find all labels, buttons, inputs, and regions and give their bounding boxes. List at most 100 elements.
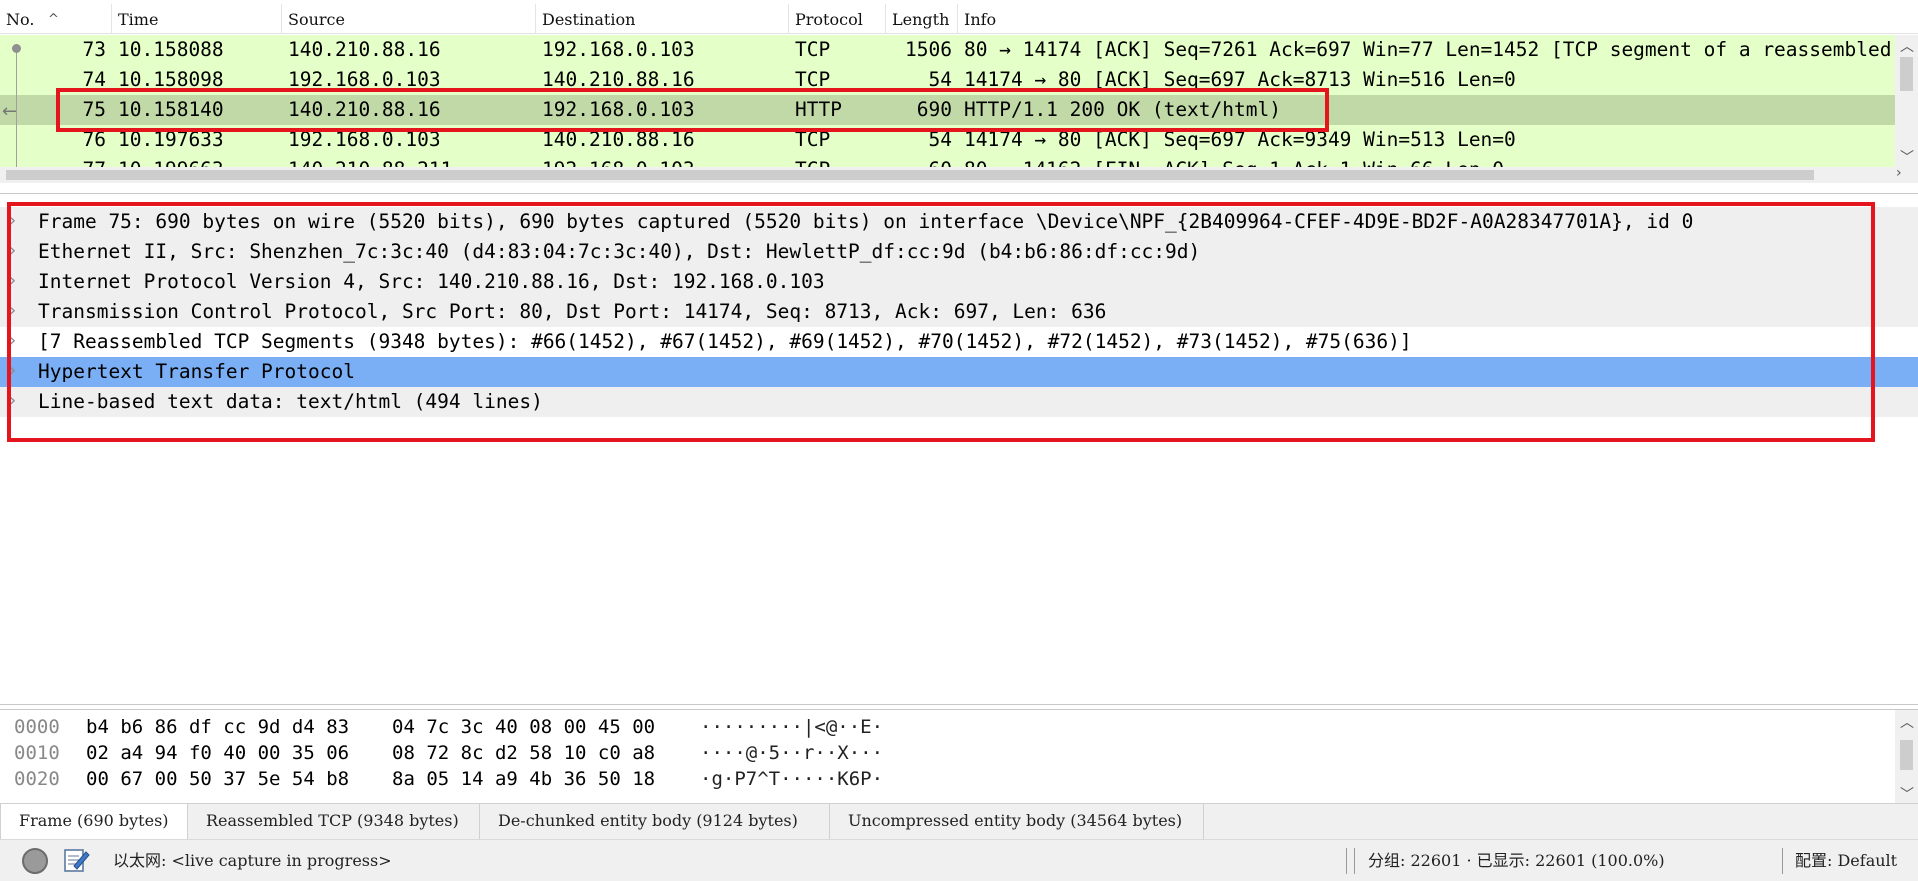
column-header-source[interactable]: Source bbox=[282, 4, 536, 34]
packet-row[interactable]: 73 10.158088 140.210.88.16 192.168.0.103… bbox=[0, 35, 1895, 65]
byte-source-tabs: Frame (690 bytes) Reassembled TCP (9348 … bbox=[0, 803, 1918, 840]
expand-chevron-icon[interactable]: › bbox=[9, 237, 16, 265]
status-divider bbox=[1782, 848, 1783, 874]
packet-bytes-pane: 0000 b4 b6 86 df cc 9d d4 83 04 7c 3c 40… bbox=[0, 709, 1918, 804]
packet-time: 10.199663 bbox=[118, 155, 224, 167]
hex-offset: 0000 bbox=[14, 716, 60, 738]
packet-source: 140.210.88.16 bbox=[288, 38, 441, 61]
column-label: Length bbox=[892, 10, 950, 29]
scroll-right-icon[interactable]: › bbox=[1896, 165, 1902, 181]
scrollbar-thumb[interactable] bbox=[1900, 57, 1913, 91]
capture-comment-icon[interactable] bbox=[62, 846, 90, 874]
packet-length: 54 bbox=[928, 128, 952, 151]
detail-tree-item-line-based-text[interactable]: › Line-based text data: text/html (494 l… bbox=[0, 387, 1918, 417]
column-header-protocol[interactable]: Protocol bbox=[789, 4, 886, 34]
tab-uncompressed-entity-body[interactable]: Uncompressed entity body (34564 bytes) bbox=[830, 804, 1204, 840]
expand-chevron-icon[interactable]: › bbox=[9, 387, 16, 415]
packet-details-pane: › Frame 75: 690 bytes on wire (5520 bits… bbox=[0, 193, 1918, 705]
packet-info: 80 → 14174 [ACK] Seq=7261 Ack=697 Win=77… bbox=[964, 38, 1895, 61]
tab-frame-bytes[interactable]: Frame (690 bytes) bbox=[0, 804, 188, 840]
packet-time: 10.158140 bbox=[118, 98, 224, 121]
profile-selector[interactable]: 配置: Default bbox=[1795, 840, 1897, 881]
packet-no: 73 bbox=[82, 38, 106, 61]
packet-protocol: TCP bbox=[795, 155, 830, 167]
packet-destination: 140.210.88.16 bbox=[542, 68, 695, 91]
scroll-up-icon[interactable]: ︿ bbox=[1900, 712, 1914, 732]
detail-tree-item-ethernet[interactable]: › Ethernet II, Src: Shenzhen_7c:3c:40 (d… bbox=[0, 237, 1918, 267]
hex-bytes: 08 72 8c d2 58 10 c0 a8 bbox=[392, 742, 656, 764]
hex-offset: 0020 bbox=[14, 768, 60, 790]
scroll-down-icon[interactable]: ﹀ bbox=[1900, 784, 1914, 804]
packet-length: 690 bbox=[916, 98, 952, 121]
detail-tree-item-reassembled-segments[interactable]: › [7 Reassembled TCP Segments (9348 byte… bbox=[0, 327, 1918, 357]
packet-source: 192.168.0.103 bbox=[288, 128, 441, 151]
expand-chevron-icon[interactable]: › bbox=[9, 357, 16, 385]
packet-row[interactable]: 77 10.199663 140.210.88.211 192.168.0.10… bbox=[0, 155, 1895, 167]
packet-protocol: HTTP bbox=[795, 98, 842, 121]
packet-protocol: TCP bbox=[795, 128, 831, 151]
packet-destination: 192.168.0.103 bbox=[542, 155, 695, 167]
packet-row[interactable]: 74 10.158098 192.168.0.103 140.210.88.16… bbox=[0, 65, 1895, 95]
packet-destination: 192.168.0.103 bbox=[542, 38, 695, 61]
packet-length: 54 bbox=[928, 68, 952, 91]
expand-chevron-icon[interactable]: › bbox=[9, 297, 16, 325]
packet-list-pane: No. ^ Time Source Destination Protocol L… bbox=[0, 0, 1918, 183]
column-header-no[interactable]: No. ^ bbox=[0, 4, 112, 34]
detail-tree-label: Ethernet II, Src: Shenzhen_7c:3c:40 (d4:… bbox=[38, 240, 1201, 263]
column-label: Source bbox=[288, 10, 345, 29]
packet-list-horizontal-scrollbar[interactable]: › bbox=[0, 165, 1918, 183]
status-bar: 以太网: <live capture in progress> 分组: 2260… bbox=[0, 839, 1918, 881]
detail-tree-label: [7 Reassembled TCP Segments (9348 bytes)… bbox=[38, 330, 1412, 353]
packet-length: 1506 bbox=[905, 38, 952, 61]
packet-length: 60 bbox=[880, 155, 952, 167]
packet-source: 192.168.0.103 bbox=[288, 68, 441, 91]
hex-bytes: 00 67 00 50 37 5e 54 b8 bbox=[86, 768, 350, 790]
column-label: Protocol bbox=[795, 10, 863, 29]
tab-dechunked-entity-body[interactable]: De-chunked entity body (9124 bytes) bbox=[480, 804, 830, 840]
detail-tree-label: Frame 75: 690 bytes on wire (5520 bits),… bbox=[38, 210, 1694, 233]
scrollbar-thumb[interactable] bbox=[1900, 740, 1913, 770]
detail-tree-label: Internet Protocol Version 4, Src: 140.21… bbox=[38, 270, 825, 293]
column-header-destination[interactable]: Destination bbox=[536, 4, 789, 34]
hex-bytes: 8a 05 14 a9 4b 36 50 18 bbox=[392, 768, 656, 790]
packet-time: 10.197633 bbox=[118, 128, 224, 151]
packet-no: 77 bbox=[30, 155, 106, 167]
column-header-length[interactable]: Length bbox=[886, 4, 958, 34]
column-header-info[interactable]: Info bbox=[958, 4, 1918, 34]
conversation-start-icon bbox=[12, 44, 21, 53]
hex-dump-row[interactable]: 0010 02 a4 94 f0 40 00 35 06 08 72 8c d2… bbox=[0, 740, 1895, 766]
bytes-vertical-scrollbar[interactable]: ︿ ﹀ bbox=[1895, 710, 1918, 804]
detail-tree-item-ipv4[interactable]: › Internet Protocol Version 4, Src: 140.… bbox=[0, 267, 1918, 297]
packet-info: HTTP/1.1 200 OK (text/html) bbox=[964, 98, 1281, 121]
expand-chevron-icon[interactable]: › bbox=[9, 267, 16, 295]
expert-info-led-icon[interactable] bbox=[22, 848, 48, 874]
hex-bytes: b4 b6 86 df cc 9d d4 83 bbox=[86, 716, 350, 738]
expand-chevron-icon[interactable]: › bbox=[9, 327, 16, 355]
status-divider bbox=[1346, 848, 1347, 874]
hex-dump-row[interactable]: 0000 b4 b6 86 df cc 9d d4 83 04 7c 3c 40… bbox=[0, 714, 1895, 740]
scrollbar-thumb[interactable] bbox=[6, 170, 1814, 180]
packet-destination: 140.210.88.16 bbox=[542, 128, 695, 151]
tab-reassembled-tcp[interactable]: Reassembled TCP (9348 bytes) bbox=[188, 804, 480, 840]
packet-list-vertical-scrollbar[interactable]: ︿ ﹀ bbox=[1895, 35, 1918, 167]
packet-source: 140.210.88.16 bbox=[288, 98, 441, 121]
hex-dump-row[interactable]: 0020 00 67 00 50 37 5e 54 b8 8a 05 14 a9… bbox=[0, 766, 1895, 792]
packet-time: 10.158088 bbox=[118, 38, 224, 61]
packet-source: 140.210.88.211 bbox=[288, 155, 452, 167]
detail-tree-label: Hypertext Transfer Protocol bbox=[38, 360, 355, 383]
packet-row-selected[interactable]: 75 10.158140 140.210.88.16 192.168.0.103… bbox=[0, 95, 1895, 125]
packet-no: 75 bbox=[82, 98, 106, 121]
packet-row[interactable]: 76 10.197633 192.168.0.103 140.210.88.16… bbox=[0, 125, 1895, 155]
expand-chevron-icon[interactable]: › bbox=[9, 207, 16, 235]
detail-tree-item-tcp[interactable]: › Transmission Control Protocol, Src Por… bbox=[0, 297, 1918, 327]
detail-tree-item-http-selected[interactable]: › Hypertext Transfer Protocol bbox=[0, 357, 1918, 387]
packet-time: 10.158098 bbox=[118, 68, 224, 91]
scroll-up-icon[interactable]: ︿ bbox=[1900, 36, 1914, 56]
detail-tree-item-frame[interactable]: › Frame 75: 690 bytes on wire (5520 bits… bbox=[0, 207, 1918, 237]
ascii-bytes: ·········|<@··E· bbox=[700, 716, 884, 738]
sort-ascending-icon: ^ bbox=[48, 12, 59, 27]
column-header-time[interactable]: Time bbox=[112, 4, 282, 34]
scroll-down-icon[interactable]: ﹀ bbox=[1900, 147, 1914, 167]
related-packet-arrow-icon: ← bbox=[2, 101, 18, 122]
packet-info: 14174 → 80 [ACK] Seq=697 Ack=9349 Win=51… bbox=[964, 128, 1516, 151]
